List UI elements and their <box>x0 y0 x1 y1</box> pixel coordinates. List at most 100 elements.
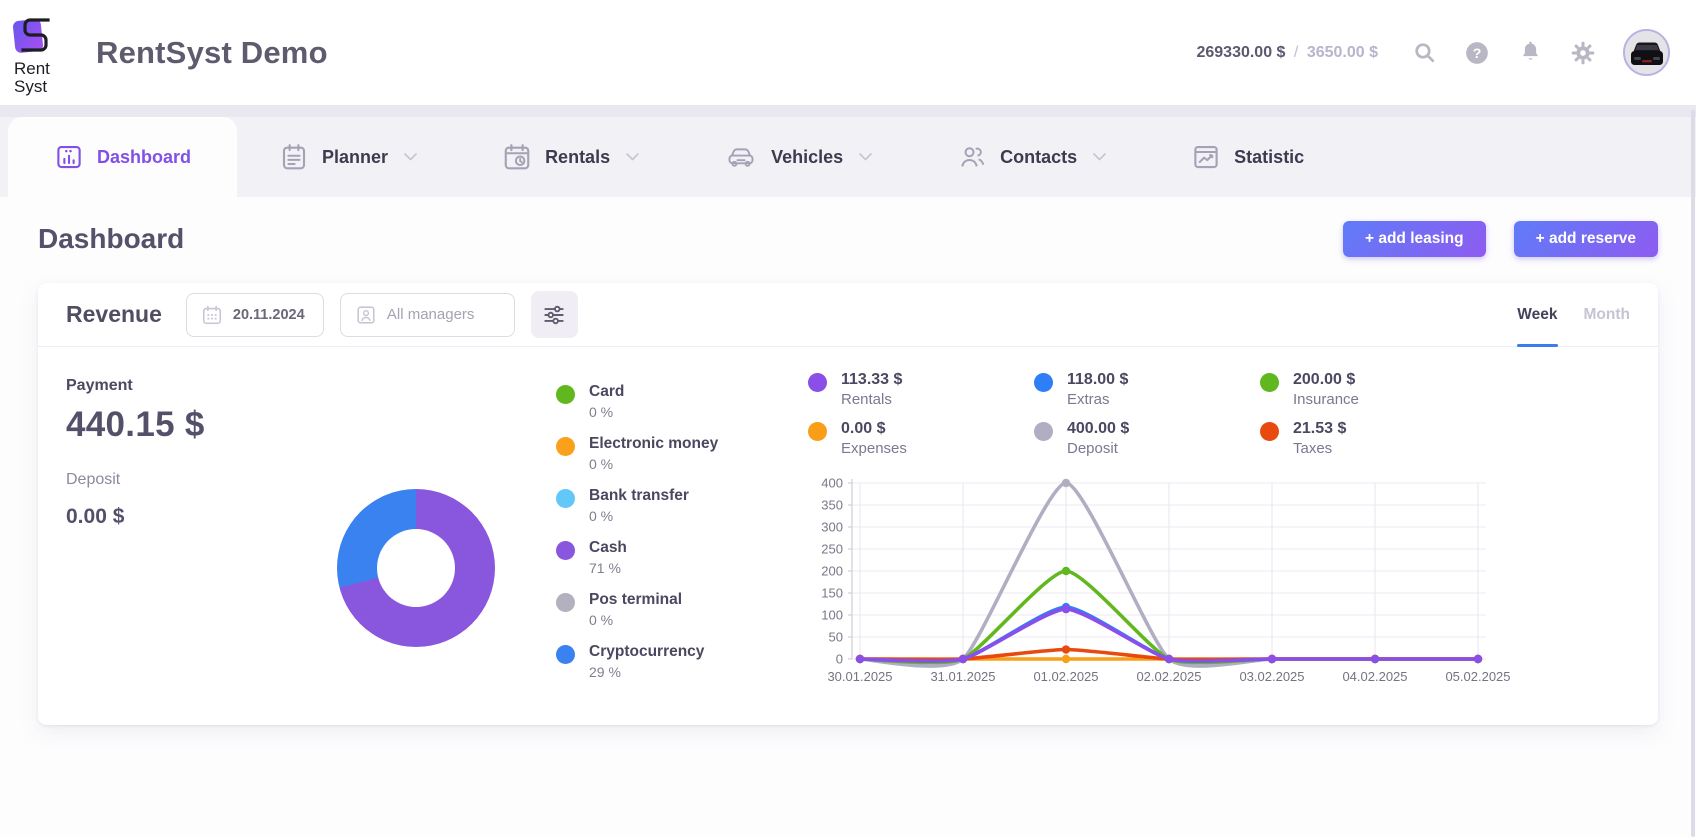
data-point-insurance[interactable] <box>1062 567 1070 575</box>
help-button[interactable]: ? <box>1464 40 1490 66</box>
y-axis-label: 350 <box>821 498 843 513</box>
donut-legend-item: Cash71 % <box>556 539 796 576</box>
legend-dot-icon <box>556 541 575 560</box>
chevron-down-icon <box>858 152 873 162</box>
main-content: Dashboard + add leasing + add reserve Re… <box>0 197 1696 837</box>
balance-primary: 269330.00 $ <box>1196 44 1285 61</box>
line-legend-name: Deposit <box>1067 440 1129 457</box>
nav-item-label: Planner <box>322 147 388 168</box>
revenue-title: Revenue <box>66 301 162 328</box>
nav-item-label: Statistic <box>1234 147 1304 168</box>
balance-separator: / <box>1294 44 1298 61</box>
deposit-label: Deposit <box>66 471 286 489</box>
nav-item-dashboard[interactable]: Dashboard <box>8 117 237 197</box>
line-legend-name: Insurance <box>1293 391 1359 408</box>
payment-label: Payment <box>66 377 286 395</box>
legend-dot-icon <box>1034 422 1053 441</box>
logo[interactable]: Rent Syst <box>10 14 74 96</box>
add-reserve-button[interactable]: + add reserve <box>1514 221 1658 257</box>
y-axis-label: 0 <box>836 652 843 667</box>
add-leasing-button[interactable]: + add leasing <box>1343 221 1486 257</box>
gear-icon <box>1570 40 1596 66</box>
donut-legend-percent: 0 % <box>589 404 624 420</box>
managers-filter-select[interactable]: All managers <box>340 293 515 337</box>
scrollbar[interactable] <box>1691 110 1695 837</box>
settings-button[interactable] <box>1570 40 1596 66</box>
donut-wrap <box>286 371 546 689</box>
data-point-rentals[interactable] <box>959 655 967 663</box>
line-legend-name: Expenses <box>841 440 907 457</box>
nav-item-label: Vehicles <box>771 147 843 168</box>
data-point-rentals[interactable] <box>1062 605 1070 613</box>
header-actions: 269330.00 $ / 3650.00 $ ? <box>1196 29 1670 76</box>
sliders-icon <box>541 302 567 328</box>
revenue-card: Revenue 20.11.2024 <box>38 283 1658 725</box>
line-legend-name: Taxes <box>1293 440 1346 457</box>
period-toggle: Week Month <box>1517 283 1630 346</box>
donut-legend-label: Cash <box>589 539 627 557</box>
data-point-taxes[interactable] <box>1062 645 1070 653</box>
line-legend-amount: 0.00 $ <box>841 420 907 438</box>
nav-item-planner[interactable]: Planner <box>237 117 460 197</box>
line-legend-amount: 21.53 $ <box>1293 420 1346 438</box>
user-avatar[interactable] <box>1623 29 1670 76</box>
page-actions: + add leasing + add reserve <box>1343 221 1658 257</box>
revenue-card-body: Payment 440.15 $ Deposit 0.00 $ Card0 %E… <box>38 347 1658 725</box>
x-axis-label: 03.02.2025 <box>1239 669 1304 684</box>
vehicles-icon <box>724 142 758 172</box>
revenue-line-chart: 05010015020025030035040030.01.202531.01.… <box>808 471 1498 689</box>
y-axis-label: 100 <box>821 608 843 623</box>
help-icon: ? <box>1464 40 1490 66</box>
line-chart-block: 113.33 $Rentals118.00 $Extras200.00 $Ins… <box>796 371 1630 689</box>
app-title: RentSyst Demo <box>96 35 328 71</box>
line-legend-item: 21.53 $ Taxes <box>1260 420 1486 457</box>
statistic-icon <box>1191 142 1221 172</box>
donut-legend-label: Electronic money <box>589 435 718 453</box>
date-filter-input[interactable]: 20.11.2024 <box>186 293 324 337</box>
data-point-rentals[interactable] <box>1165 655 1173 663</box>
nav-item-vehicles[interactable]: Vehicles <box>682 117 915 197</box>
data-point-rentals[interactable] <box>1371 655 1379 663</box>
x-axis-label: 05.02.2025 <box>1445 669 1510 684</box>
data-point-rentals[interactable] <box>1268 655 1276 663</box>
line-legend-amount: 200.00 $ <box>1293 371 1359 389</box>
donut-legend-item: Cryptocurrency29 % <box>556 643 796 680</box>
nav-item-label: Dashboard <box>97 147 191 168</box>
balance: 269330.00 $ / 3650.00 $ <box>1196 44 1378 62</box>
donut-legend-percent: 0 % <box>589 456 718 472</box>
legend-dot-icon <box>1260 373 1279 392</box>
y-axis-label: 150 <box>821 586 843 601</box>
data-point-rentals[interactable] <box>1474 655 1482 663</box>
nav-item-rentals[interactable]: Rentals <box>460 117 682 197</box>
donut-legend-item: Pos terminal0 % <box>556 591 796 628</box>
donut-legend-label: Pos terminal <box>589 591 682 609</box>
notifications-button[interactable] <box>1517 40 1543 66</box>
donut-legend-label: Cryptocurrency <box>589 643 704 661</box>
period-month-tab[interactable]: Month <box>1584 283 1630 346</box>
donut-legend-label: Card <box>589 383 624 401</box>
line-legend-name: Rentals <box>841 391 902 408</box>
data-point-deposit[interactable] <box>1062 479 1070 487</box>
legend-dot-icon <box>808 422 827 441</box>
data-point-expenses[interactable] <box>1062 655 1070 663</box>
y-axis-label: 50 <box>829 630 843 645</box>
search-button[interactable] <box>1411 40 1437 66</box>
manager-icon <box>355 304 377 326</box>
x-axis-label: 01.02.2025 <box>1033 669 1098 684</box>
filter-button[interactable] <box>531 291 578 338</box>
main-nav: Dashboard Planner Rentals Vehicles Contacts S… <box>0 117 1696 197</box>
legend-dot-icon <box>808 373 827 392</box>
chevron-down-icon <box>1092 152 1107 162</box>
legend-dot-icon <box>1260 422 1279 441</box>
nav-item-contacts[interactable]: Contacts <box>915 117 1149 197</box>
line-legend-item: 118.00 $Extras <box>1034 371 1260 408</box>
svg-text:?: ? <box>1473 44 1482 60</box>
x-axis-label: 04.02.2025 <box>1342 669 1407 684</box>
nav-item-label: Contacts <box>1000 147 1077 168</box>
logo-text: Rent Syst <box>10 60 50 96</box>
payment-donut-chart <box>337 489 495 647</box>
data-point-rentals[interactable] <box>856 655 864 663</box>
donut-legend-percent: 0 % <box>589 508 689 524</box>
period-week-tab[interactable]: Week <box>1517 283 1557 346</box>
nav-item-statistic[interactable]: Statistic <box>1149 117 1346 197</box>
